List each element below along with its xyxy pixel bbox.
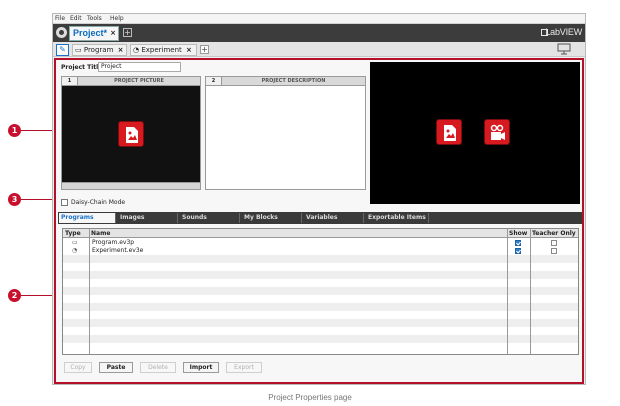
tab-images[interactable]: Images bbox=[118, 213, 178, 223]
empty-row bbox=[63, 271, 578, 279]
presentation-icon[interactable] bbox=[557, 43, 571, 55]
lobby-icon[interactable] bbox=[56, 27, 67, 38]
menu-help[interactable]: Help bbox=[110, 15, 124, 22]
column-header-name[interactable]: Name bbox=[89, 229, 507, 238]
menu-tools[interactable]: Tools bbox=[87, 15, 102, 22]
column-divider bbox=[507, 229, 508, 354]
picture-panel-footer bbox=[62, 182, 200, 189]
empty-row bbox=[63, 279, 578, 287]
empty-row bbox=[63, 327, 578, 335]
tab-my-blocks[interactable]: My Blocks bbox=[242, 213, 302, 223]
programs-table: Type Name Show Teacher Only ▭ Program.ev… bbox=[62, 228, 579, 355]
callout-1: 1 bbox=[8, 124, 21, 137]
tab-variables[interactable]: Variables bbox=[304, 213, 364, 223]
project-tab-close-icon[interactable]: × bbox=[110, 29, 116, 37]
table-row[interactable]: ▭ Program.ev3p bbox=[63, 239, 578, 247]
teacher-only-checkbox[interactable] bbox=[551, 248, 557, 254]
experiment-file-icon: ◔ bbox=[72, 247, 78, 254]
empty-row bbox=[63, 343, 578, 351]
tab-exportable-items[interactable]: Exportable Items bbox=[366, 213, 429, 223]
project-properties-tab[interactable]: ✎ bbox=[56, 44, 69, 56]
column-header-show[interactable]: Show bbox=[507, 229, 530, 238]
teacher-only-checkbox[interactable] bbox=[551, 240, 557, 246]
project-description-panel: 2 PROJECT DESCRIPTION bbox=[205, 76, 366, 190]
empty-row bbox=[63, 303, 578, 311]
program-tab-bar: ✎ ▭ Program × ◔ Experiment × + bbox=[53, 42, 585, 57]
project-media-area bbox=[370, 62, 580, 204]
project-tab-label: Project* bbox=[73, 28, 108, 38]
empty-row bbox=[63, 295, 578, 303]
project-bar: Project* × + LabVIEW bbox=[53, 24, 585, 42]
tab-programs[interactable]: Programs bbox=[59, 213, 116, 223]
row-name: Experiment.ev3e bbox=[92, 247, 144, 254]
content-tab-bar: Programs Images Sounds My Blocks Variabl… bbox=[58, 212, 582, 224]
program-file-icon: ▭ bbox=[72, 239, 78, 246]
project-description-textarea[interactable] bbox=[206, 86, 365, 189]
tab-program-label: Program bbox=[83, 46, 114, 54]
callout-3: 3 bbox=[8, 193, 21, 206]
empty-row bbox=[63, 335, 578, 343]
experiment-icon: ◔ bbox=[133, 46, 140, 54]
empty-row bbox=[63, 319, 578, 327]
tab-program[interactable]: ▭ Program × bbox=[72, 44, 127, 56]
tab-experiment-label: Experiment bbox=[141, 46, 182, 54]
daisy-chain-checkbox[interactable] bbox=[61, 199, 68, 206]
column-divider bbox=[530, 229, 531, 354]
menu-edit[interactable]: Edit bbox=[70, 15, 82, 22]
column-header-type[interactable]: Type bbox=[63, 229, 89, 238]
labview-brand: LabVIEW bbox=[545, 27, 582, 37]
empty-row bbox=[63, 263, 578, 271]
program-icon: ▭ bbox=[75, 46, 82, 54]
panel-number: 2 bbox=[206, 77, 222, 85]
tab-sounds[interactable]: Sounds bbox=[180, 213, 240, 223]
insert-image-icon[interactable] bbox=[436, 119, 462, 145]
figure-caption: Project Properties page bbox=[268, 393, 352, 402]
panel-title: PROJECT PICTURE bbox=[114, 78, 164, 84]
callout-1-line bbox=[21, 130, 54, 131]
tab-experiment[interactable]: ◔ Experiment × bbox=[130, 44, 197, 56]
row-name: Program.ev3p bbox=[92, 239, 135, 246]
project-properties-page: Project Title: Project 1 PROJECT PICTURE… bbox=[54, 58, 584, 384]
tab-experiment-close-icon[interactable]: × bbox=[186, 46, 192, 54]
wrench-icon: ✎ bbox=[59, 45, 66, 54]
callout-2-line bbox=[21, 295, 54, 296]
empty-row bbox=[63, 311, 578, 319]
import-button[interactable]: Import bbox=[183, 362, 219, 373]
project-picture-panel: 1 PROJECT PICTURE bbox=[61, 76, 201, 190]
panel-number: 1 bbox=[62, 77, 78, 85]
empty-row bbox=[63, 255, 578, 263]
add-project-button[interactable]: + bbox=[123, 28, 132, 37]
daisy-chain-label: Daisy-Chain Mode bbox=[71, 199, 126, 206]
column-divider bbox=[89, 229, 90, 354]
show-checkbox[interactable] bbox=[515, 240, 521, 246]
lego-mindstorms-window: File Edit Tools Help Project* × + LabVIE… bbox=[52, 13, 586, 385]
project-title-input[interactable]: Project bbox=[98, 62, 181, 72]
paste-button[interactable]: Paste bbox=[99, 362, 133, 373]
project-picture-header: 1 PROJECT PICTURE bbox=[62, 77, 200, 86]
insert-video-icon[interactable] bbox=[484, 119, 510, 145]
callout-2: 2 bbox=[8, 289, 21, 302]
tab-program-close-icon[interactable]: × bbox=[118, 46, 124, 54]
copy-button[interactable]: Copy bbox=[64, 362, 92, 373]
table-row[interactable]: ◔ Experiment.ev3e bbox=[63, 247, 578, 255]
project-description-header: 2 PROJECT DESCRIPTION bbox=[206, 77, 365, 86]
project-tab[interactable]: Project* × bbox=[69, 26, 119, 41]
column-header-teacher-only[interactable]: Teacher Only bbox=[530, 229, 578, 238]
show-checkbox[interactable] bbox=[515, 248, 521, 254]
add-program-button[interactable]: + bbox=[200, 45, 209, 54]
export-button[interactable]: Export bbox=[226, 362, 262, 373]
panel-title: PROJECT DESCRIPTION bbox=[261, 78, 326, 84]
menu-bar: File Edit Tools Help bbox=[53, 14, 585, 24]
delete-button[interactable]: Delete bbox=[140, 362, 176, 373]
empty-row bbox=[63, 287, 578, 295]
insert-image-icon[interactable] bbox=[118, 121, 144, 147]
menu-file[interactable]: File bbox=[55, 15, 65, 22]
